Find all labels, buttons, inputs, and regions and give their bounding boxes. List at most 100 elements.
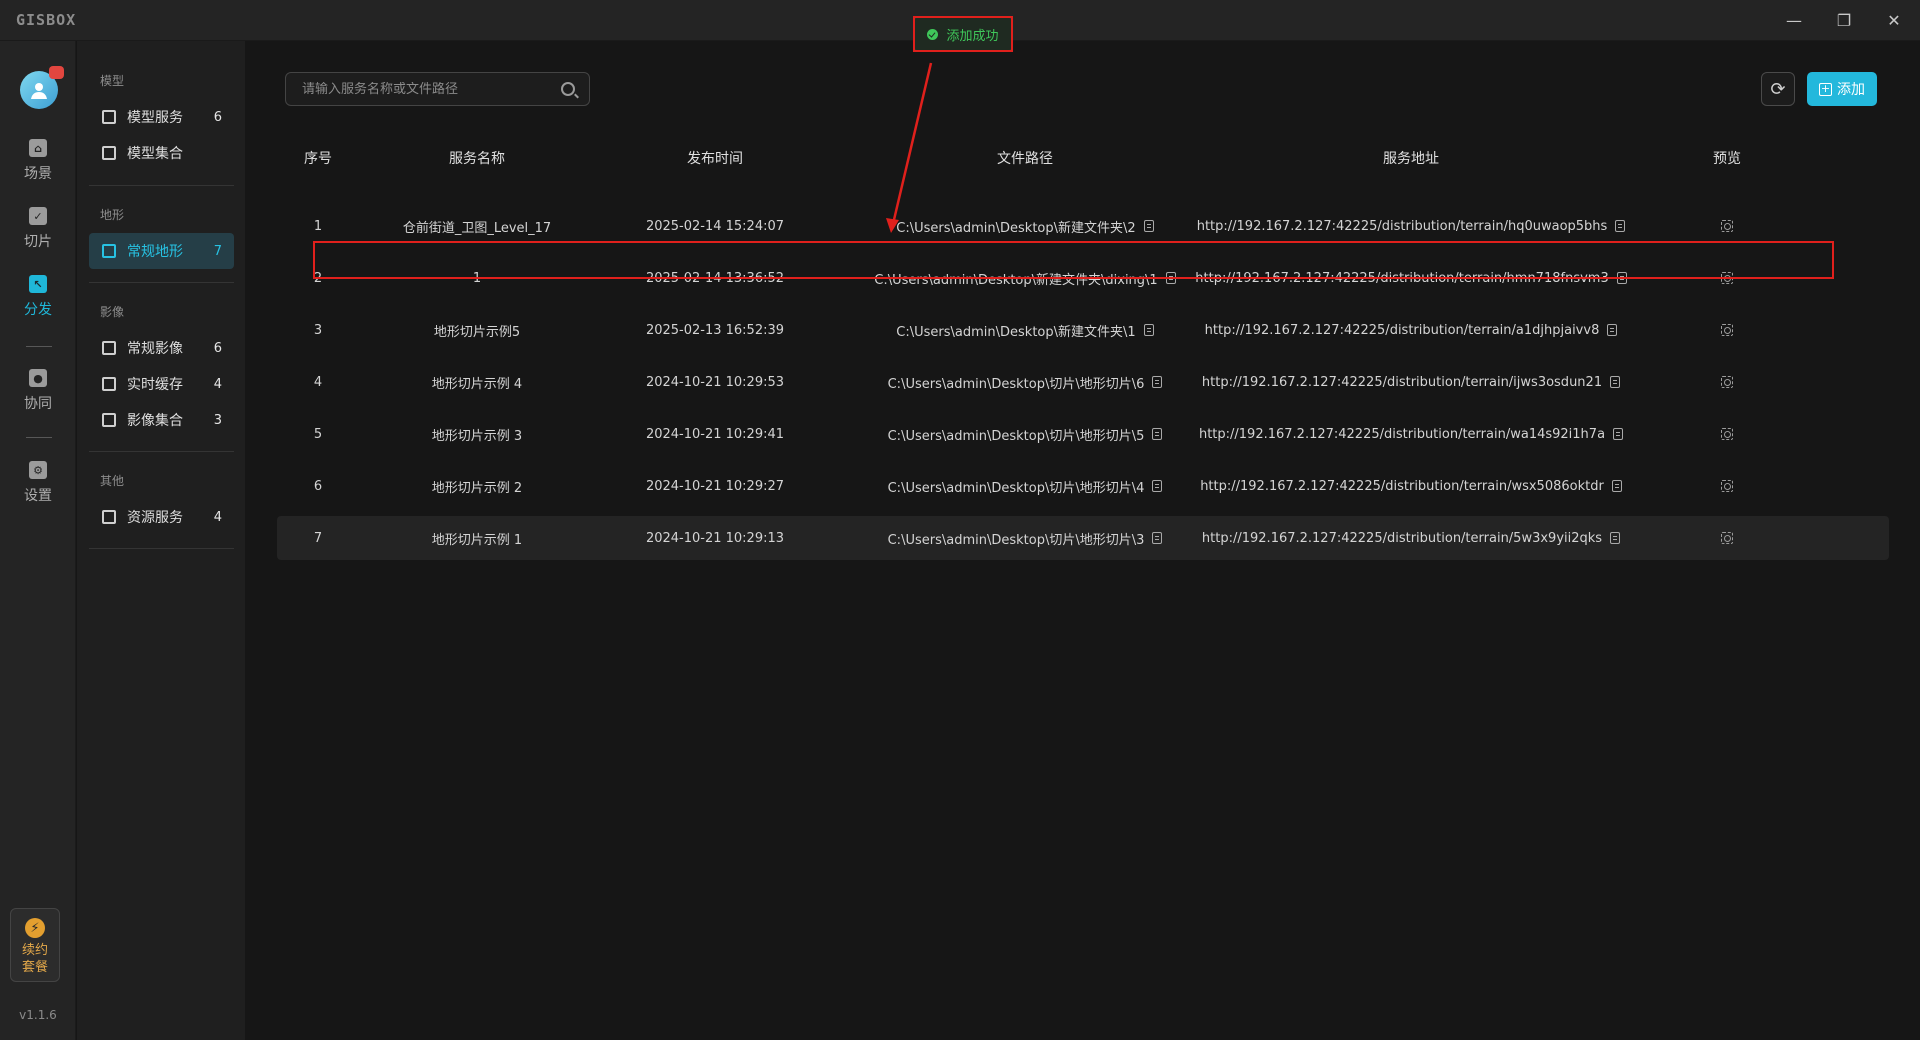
rail-item-label: 切片	[24, 234, 52, 250]
sidebar-item-resource-service[interactable]: 资源服务 4	[89, 499, 234, 535]
preview-icon[interactable]	[1721, 376, 1733, 388]
close-icon[interactable]: ✕	[1872, 6, 1916, 34]
sidebar-item-terrain[interactable]: 常规地形 7	[89, 233, 234, 269]
add-button[interactable]: + 添加	[1807, 72, 1877, 106]
sidebar-item-imagery[interactable]: 常规影像 6	[89, 330, 234, 366]
model-icon	[102, 110, 116, 124]
table-row[interactable]: 3 地形切片示例5 2025-02-13 16:52:39 C:\Users\admi…	[277, 308, 1889, 352]
row-service-url-cell: http://192.167.2.127:42225/distribution/…	[1202, 360, 1621, 404]
sidebar-item-label: 常规地形	[127, 244, 183, 260]
row-service-name: 地形切片示例5	[433, 324, 521, 340]
row-service-name: 地形切片示例 2	[431, 480, 523, 496]
preview-icon[interactable]	[1721, 324, 1733, 336]
row-preview-cell	[1607, 360, 1847, 404]
lock-icon: ●	[29, 369, 47, 387]
table-row[interactable]: 5 地形切片示例 3 2024-10-21 10:29:41 C:\Users\adm…	[277, 412, 1889, 456]
rail-item-slice[interactable]: ✓ 切片	[0, 207, 76, 259]
row-service-url: http://192.167.2.127:42225/distribution/…	[1204, 322, 1600, 338]
copy-icon[interactable]	[1165, 272, 1176, 284]
row-publish-time: 2025-02-14 13:36:52	[645, 270, 785, 286]
slice-icon: ✓	[29, 207, 47, 225]
preview-icon[interactable]	[1721, 480, 1733, 492]
group-title-imagery: 影像	[100, 305, 125, 319]
row-service-url-cell: http://192.167.2.127:42225/distribution/…	[1195, 256, 1627, 300]
copy-icon[interactable]	[1152, 428, 1163, 440]
sidebar-item-label: 模型集合	[127, 146, 183, 162]
sidebar-item-model-collection[interactable]: 模型集合	[89, 135, 234, 171]
row-file-path-cell: C:\Users\admin\Desktop\新建文件夹\2	[835, 204, 1215, 248]
table-row[interactable]: 4 地形切片示例 4 2024-10-21 10:29:53 C:\Users\adm…	[277, 360, 1889, 404]
rail-item-label: 设置	[24, 488, 52, 504]
row-file-path-cell: C:\Users\admin\Desktop\切片\地形切片\3	[835, 516, 1215, 560]
row-preview-cell	[1607, 204, 1847, 248]
search-box	[285, 72, 590, 106]
terrain-icon	[102, 244, 116, 258]
sidebar-item-label: 资源服务	[127, 510, 183, 526]
avatar[interactable]	[20, 66, 64, 109]
icon-rail: ⌂ 场景 ✓ 切片 ↖ 分发 ● 协同 ⚙ 设置 ⚡ 续约套餐 v1.1.6	[0, 41, 76, 1040]
rail-item-scene[interactable]: ⌂ 场景	[0, 139, 76, 191]
row-service-url: http://192.167.2.127:42225/distribution/…	[1198, 426, 1606, 442]
refresh-button[interactable]: ⟳	[1761, 72, 1795, 106]
success-toast: 添加成功	[914, 17, 1012, 51]
sidebar-item-count: 6	[213, 340, 222, 356]
sidebar-item-realtime-cache[interactable]: 实时缓存 4	[89, 366, 234, 402]
table-row[interactable]: 2 1 2025-02-14 13:36:52 C:\Users\admin\Desk…	[277, 256, 1889, 300]
rail-item-label: 场景	[24, 166, 52, 182]
plus-square-icon: +	[1819, 81, 1832, 96]
preview-icon[interactable]	[1721, 532, 1733, 544]
renew-package-button[interactable]: ⚡ 续约套餐	[10, 908, 60, 982]
sidebar-item-count: 6	[213, 109, 222, 125]
sidebar-item-model-service[interactable]: 模型服务 6	[89, 99, 234, 135]
minimize-icon[interactable]: —	[1772, 6, 1816, 34]
row-publish-time: 2025-02-13 16:52:39	[645, 322, 785, 338]
sidebar-item-count: 3	[213, 412, 222, 428]
sidebar-item-label: 实时缓存	[127, 377, 183, 393]
row-index: 7	[313, 530, 323, 546]
row-publish-time: 2024-10-21 10:29:13	[645, 530, 785, 546]
group-title-terrain: 地形	[100, 208, 125, 222]
copy-icon[interactable]	[1143, 220, 1154, 232]
sidebar-item-count: 4	[213, 509, 222, 525]
search-icon[interactable]	[561, 82, 575, 96]
table-row[interactable]: 1 仓前街道_卫图_Level_17 2025-02-14 15:24:07 C:\U…	[277, 204, 1889, 248]
row-preview-cell	[1607, 464, 1847, 508]
preview-icon[interactable]	[1721, 428, 1733, 440]
image-icon	[102, 377, 116, 391]
sidebar-divider	[89, 451, 234, 452]
row-file-path: C:\Users\admin\Desktop\切片\地形切片\6	[887, 376, 1145, 392]
table-row[interactable]: 7 地形切片示例 1 2024-10-21 10:29:13 C:\Users\adm…	[277, 516, 1889, 560]
group-title-other: 其他	[100, 474, 125, 488]
rail-item-distribute[interactable]: ↖ 分发	[0, 275, 76, 327]
preview-icon[interactable]	[1721, 272, 1733, 284]
header-service-url: 服务地址	[1383, 151, 1439, 167]
row-preview-cell	[1607, 516, 1847, 560]
copy-icon[interactable]	[1152, 532, 1163, 544]
user-icon	[31, 83, 47, 99]
app-logo: GISBOX	[16, 11, 77, 29]
row-file-path-cell: C:\Users\admin\Desktop\切片\地形切片\5	[835, 412, 1215, 456]
copy-icon[interactable]	[1143, 324, 1154, 336]
copy-icon[interactable]	[1152, 376, 1163, 388]
copy-icon[interactable]	[1152, 480, 1163, 492]
row-file-path: C:\Users\admin\Desktop\新建文件夹\dixing\1	[874, 272, 1158, 288]
sidebar-item-imagery-collection[interactable]: 影像集合 3	[89, 402, 234, 438]
restore-icon[interactable]: ❐	[1822, 6, 1866, 34]
row-file-path: C:\Users\admin\Desktop\切片\地形切片\5	[887, 428, 1145, 444]
main-content: ⟳ + 添加 序号 服务名称 发布时间 文件路径 服务地址 预览 1 仓前街道_卫…	[245, 41, 1920, 1040]
row-service-url: http://192.167.2.127:42225/distribution/…	[1201, 374, 1603, 390]
row-service-name: 地形切片示例 4	[431, 376, 523, 392]
row-preview-cell	[1607, 412, 1847, 456]
rail-item-settings[interactable]: ⚙ 设置	[0, 461, 76, 513]
table-row[interactable]: 6 地形切片示例 2 2024-10-21 10:29:27 C:\Users\adm…	[277, 464, 1889, 508]
rail-divider	[26, 346, 52, 347]
row-publish-time: 2024-10-21 10:29:41	[645, 426, 785, 442]
rail-item-collab[interactable]: ● 协同	[0, 369, 76, 421]
search-input[interactable]	[302, 81, 552, 97]
bolt-icon: ⚡	[25, 918, 45, 938]
row-file-path: C:\Users\admin\Desktop\切片\地形切片\3	[887, 532, 1145, 548]
row-service-name: 地形切片示例 3	[431, 428, 523, 444]
preview-icon[interactable]	[1721, 220, 1733, 232]
sidebar-item-label: 模型服务	[127, 110, 183, 126]
row-service-url-cell: http://192.167.2.127:42225/distribution/…	[1197, 204, 1626, 248]
